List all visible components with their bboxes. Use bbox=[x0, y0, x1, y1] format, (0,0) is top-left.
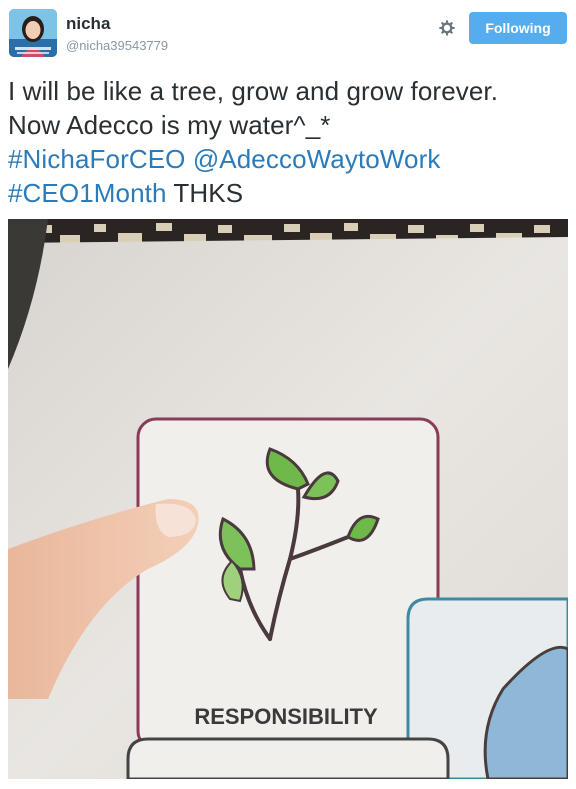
tweet-line-2: Now Adecco is my water^_* bbox=[8, 110, 331, 140]
mention-link[interactable]: @AdeccoWaytoWork bbox=[193, 144, 441, 174]
hashtag-link[interactable]: #NichaForCEO bbox=[8, 144, 185, 174]
user-handle[interactable]: @nicha39543779 bbox=[66, 38, 168, 53]
tweet-line-1: I will be like a tree, grow and grow for… bbox=[8, 76, 499, 106]
trailing-text: THKS bbox=[173, 178, 244, 208]
tweet-line-4: #CEO1Month THKS bbox=[8, 176, 568, 210]
tweet-photo[interactable]: RESPONSIBILITY bbox=[8, 219, 568, 779]
avatar[interactable] bbox=[9, 9, 57, 57]
tweet-text: I will be like a tree, grow and grow for… bbox=[8, 74, 568, 210]
tweet-header: nicha @nicha39543779 Following bbox=[0, 0, 576, 62]
display-name[interactable]: nicha bbox=[66, 14, 110, 34]
tweet-line-3: #NichaForCEO @AdeccoWaytoWork bbox=[8, 142, 568, 176]
gear-icon[interactable] bbox=[436, 17, 458, 39]
hashtag-link[interactable]: #CEO1Month bbox=[8, 178, 167, 208]
following-button[interactable]: Following bbox=[469, 12, 567, 44]
card-label: RESPONSIBILITY bbox=[194, 704, 378, 729]
